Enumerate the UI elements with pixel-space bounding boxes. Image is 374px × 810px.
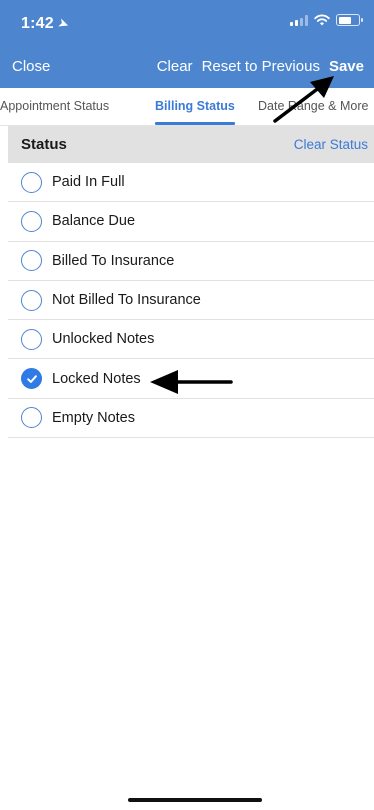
reset-to-previous-button[interactable]: Reset to Previous	[202, 58, 320, 75]
option-label: Empty Notes	[52, 409, 135, 426]
tab-billing-status[interactable]: Billing Status	[155, 99, 235, 113]
option-not-billed-to-insurance[interactable]: Not Billed To Insurance	[8, 281, 374, 321]
top-bar: 1:42 ➤ Close Clear Reset to Previous Save	[0, 0, 374, 88]
close-button[interactable]: Close	[12, 58, 50, 75]
option-label: Not Billed To Insurance	[52, 292, 201, 309]
option-billed-to-insurance[interactable]: Billed To Insurance	[8, 242, 374, 281]
filter-tabs: Appointment Status Billing Status Date R…	[0, 88, 374, 126]
selected-tab-indicator	[155, 122, 235, 125]
option-unlocked-notes[interactable]: Unlocked Notes	[8, 320, 374, 360]
option-locked-notes[interactable]: Locked Notes	[8, 359, 374, 399]
status-section-header: Status Clear Status	[8, 126, 374, 163]
status-time: 1:42 ➤	[21, 14, 72, 33]
nav-actions: Clear Reset to Previous Save	[157, 58, 364, 75]
save-button[interactable]: Save	[329, 58, 364, 75]
tab-date-range-more[interactable]: Date Range & More	[258, 99, 368, 113]
cellular-signal-icon	[290, 14, 308, 26]
time-text: 1:42	[21, 15, 54, 32]
option-empty-notes[interactable]: Empty Notes	[8, 399, 374, 439]
section-title: Status	[21, 136, 67, 153]
status-bar: 1:42 ➤	[0, 0, 374, 44]
radio-icon[interactable]	[21, 171, 42, 193]
radio-icon[interactable]	[21, 289, 42, 311]
option-label: Unlocked Notes	[52, 331, 155, 348]
clear-button[interactable]: Clear	[157, 58, 193, 75]
option-label: Paid In Full	[52, 174, 125, 191]
option-label: Locked Notes	[52, 370, 141, 387]
tab-appointment-status[interactable]: Appointment Status	[0, 99, 109, 113]
option-paid-in-full[interactable]: Paid In Full	[8, 163, 374, 203]
wifi-icon	[314, 14, 330, 26]
option-label: Billed To Insurance	[52, 252, 175, 269]
location-arrow-icon: ➤	[55, 14, 72, 33]
nav-bar: Close Clear Reset to Previous Save	[0, 44, 374, 88]
system-icons	[290, 14, 363, 26]
clear-status-button[interactable]: Clear Status	[294, 137, 368, 152]
radio-checked-icon[interactable]	[21, 368, 42, 390]
battery-icon	[336, 14, 363, 26]
radio-icon[interactable]	[21, 210, 42, 232]
option-balance-due[interactable]: Balance Due	[8, 202, 374, 242]
radio-icon[interactable]	[21, 407, 42, 429]
status-options-list: Paid In Full Balance Due Billed To Insur…	[8, 163, 374, 439]
radio-icon[interactable]	[21, 250, 42, 272]
home-indicator	[128, 798, 262, 802]
option-label: Balance Due	[52, 213, 136, 230]
radio-icon[interactable]	[21, 328, 42, 350]
